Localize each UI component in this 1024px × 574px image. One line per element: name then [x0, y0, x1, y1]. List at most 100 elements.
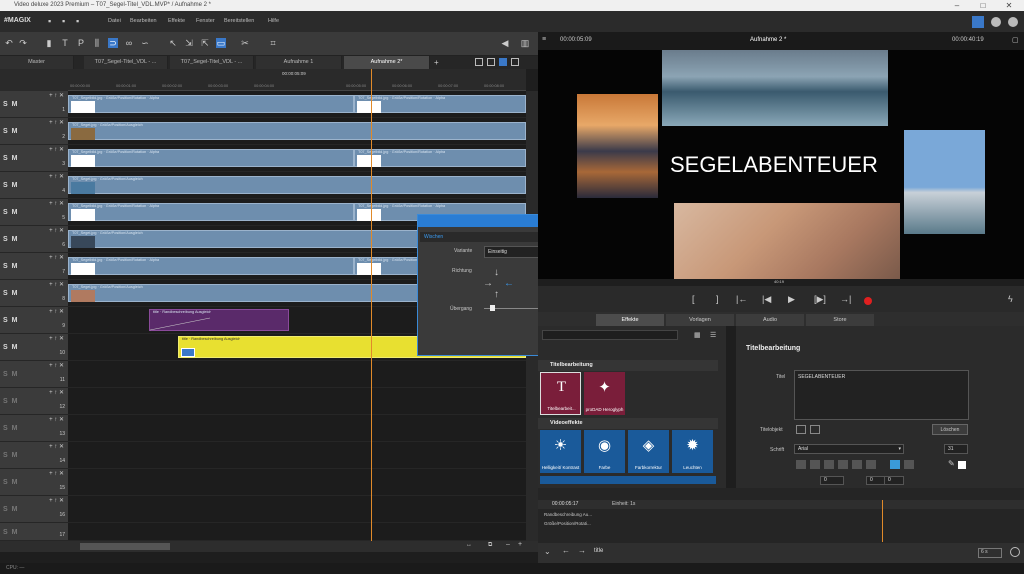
keyframe-row-label[interactable]: Randbeschreibung Au... [544, 512, 592, 517]
text-icon[interactable] [824, 460, 834, 469]
track-options[interactable]: + ↑ ✕ [49, 443, 64, 450]
track-lane[interactable] [68, 496, 526, 523]
solo-mute[interactable]: S M [3, 236, 18, 243]
tab-store[interactable]: Store [806, 314, 874, 326]
track-options[interactable]: + ↑ ✕ [49, 92, 64, 99]
3d-icon[interactable] [904, 460, 914, 469]
zoom-out-icon[interactable]: – [506, 541, 510, 548]
effect-tile-farbe[interactable]: ◉ Farbe [584, 430, 625, 473]
object-next-icon[interactable] [810, 425, 820, 434]
title-clip[interactable]: title · Randbeschreibung Ausgleich [149, 309, 289, 331]
minimize-button[interactable]: – [946, 0, 968, 11]
clip[interactable]: T07_Segelbild.jpg · Größe/Position/Rotat… [68, 257, 354, 275]
cut-tool-icon[interactable]: ⇱ [200, 38, 210, 48]
menu-datei[interactable]: Datei [108, 18, 121, 24]
scroll-thumb[interactable] [80, 543, 170, 550]
mark-in-icon[interactable]: [ [692, 294, 695, 304]
back-arrow-icon[interactable]: ← [562, 546, 570, 555]
track-header[interactable]: S M + ↑ ✕ 5 [0, 199, 68, 226]
zoom-icon[interactable]: ⧉ [488, 542, 492, 549]
grid-view-icon[interactable]: ▦ [694, 331, 701, 339]
arrow-left-icon[interactable]: ← [504, 278, 514, 289]
storyboard-icon[interactable]: ▭ [216, 38, 226, 48]
direction-arrows[interactable]: ↓ → ← ↑ [482, 267, 516, 301]
clip[interactable]: T07_Segel.jpg · Größe/Position/Ausgleich [68, 122, 526, 140]
next-marker-icon[interactable]: →| [840, 294, 851, 304]
settings-icon[interactable] [991, 17, 1001, 27]
eyedropper-icon[interactable]: ✎ [948, 459, 955, 468]
track-lane[interactable]: T07_Segelbild.jpg · Größe/Position/Rotat… [68, 145, 526, 172]
track-header[interactable]: S M + ↑ ✕ 9 [0, 307, 68, 334]
layout-icon-2[interactable] [487, 58, 495, 66]
track-options[interactable]: + ↑ ✕ [49, 470, 64, 477]
preview-scrubber[interactable]: 40:19 [538, 279, 1024, 286]
menu-hilfe[interactable]: Hilfe [268, 18, 279, 24]
record-icon[interactable] [864, 297, 872, 305]
zoom-field[interactable]: 6 s [978, 548, 1002, 558]
time-ruler[interactable]: 00:00:05:09 00:00:00:00 00:00:01:00 00:0… [68, 69, 526, 91]
menu-bearbeiten[interactable]: Bearbeiten [130, 18, 157, 24]
spacing-field[interactable]: 0 [884, 476, 904, 485]
track-header[interactable]: S M + ↑ ✕ 7 [0, 253, 68, 280]
track-lane[interactable]: T07_Segel.jpg · Größe/Position/Ausgleich [68, 172, 526, 199]
link-icon[interactable]: ∞ [124, 38, 134, 48]
prev-marker-icon[interactable]: |← [736, 294, 747, 304]
track-header[interactable]: S M + ↑ ✕ 6 [0, 226, 68, 253]
text-icon[interactable]: T [60, 38, 70, 48]
keyframe-row-label[interactable]: Größe/Position/Rotati... [544, 521, 591, 526]
object-prev-icon[interactable] [796, 425, 806, 434]
track-lane[interactable] [68, 361, 526, 388]
menu-icon[interactable]: ≡ [542, 36, 546, 43]
solo-mute[interactable]: S M [3, 290, 18, 297]
add-tab-icon[interactable]: + [434, 58, 439, 67]
track-options[interactable]: + ↑ ✕ [49, 308, 64, 315]
solo-mute[interactable]: S M [3, 506, 18, 513]
track-options[interactable]: + ↑ ✕ [49, 281, 64, 288]
clip[interactable]: T07_Segelbild.jpg · Größe/Position/Rotat… [68, 149, 354, 167]
align-left-icon[interactable] [838, 460, 848, 469]
align-center-icon[interactable] [852, 460, 862, 469]
forward-arrow-icon[interactable]: → [578, 546, 586, 555]
help-icon[interactable] [1008, 17, 1018, 27]
track-options[interactable]: + ↑ ✕ [49, 362, 64, 369]
step-back-icon[interactable]: |◀ [762, 294, 771, 305]
scissors-icon[interactable]: ✂ [240, 38, 250, 48]
track-header[interactable]: S M + ↑ ✕ 13 [0, 415, 68, 442]
track-options[interactable]: + ↑ ✕ [49, 200, 64, 207]
track-options[interactable]: + ↑ ✕ [49, 173, 64, 180]
track-lane[interactable] [68, 388, 526, 415]
close-button[interactable]: ✕ [998, 0, 1020, 11]
video-preview[interactable]: SEGELABENTEUER [560, 50, 1010, 286]
track-lane[interactable]: T07_Segel.jpg · Größe/Position/Ausgleich [68, 118, 526, 145]
track-options[interactable]: + ↑ ✕ [49, 227, 64, 234]
clip[interactable]: T07_Segelbild.jpg · Größe/Position/Rotat… [68, 95, 354, 113]
clip[interactable]: T07_Segelbild.jpg · Größe/Position/Rotat… [68, 203, 354, 221]
italic-icon[interactable] [810, 460, 820, 469]
tab-t07-2[interactable]: T07_Segel-Titel_VDL - ... [170, 56, 254, 69]
clip[interactable]: T07_Segel.jpg · Größe/Position/Ausgleich [68, 176, 526, 194]
track-header[interactable]: S M + ↑ ✕ 11 [0, 361, 68, 388]
tab-effekte[interactable]: Effekte [596, 314, 664, 326]
loeschen-button[interactable]: Löschen [932, 424, 968, 435]
redo-icon[interactable]: ↷ [18, 38, 28, 48]
layout-icon-1[interactable] [475, 58, 483, 66]
section-titelbearbeitung[interactable]: Titelbearbeitung [538, 360, 718, 371]
maximize-button[interactable]: □ [972, 0, 994, 11]
zoom-fit-icon[interactable]: ↔ [466, 542, 472, 548]
track-lane[interactable] [68, 523, 526, 541]
horizontal-scrollbar[interactable]: ↔ ⧉ – + [0, 541, 538, 552]
open-folder-icon[interactable]: ▪ [62, 16, 65, 26]
tab-audio[interactable]: Audio [736, 314, 804, 326]
solo-mute[interactable]: S M [3, 209, 18, 216]
track-options[interactable]: + ↑ ✕ [49, 497, 64, 504]
tab-t07-1[interactable]: T07_Segel-Titel_VDL - ... [84, 56, 168, 69]
line-spacing-field[interactable]: 0 [820, 476, 844, 485]
range-icon[interactable]: ⇲ [184, 38, 194, 48]
color-swatch[interactable] [958, 461, 966, 469]
split-icon[interactable]: ⫼ [92, 38, 102, 48]
playhead[interactable] [371, 69, 372, 541]
track-lane[interactable] [68, 415, 526, 442]
effect-tile-titelbearbeitung[interactable]: T Titelbearbeit... [540, 372, 581, 415]
new-file-icon[interactable]: ▪ [48, 16, 51, 26]
snapshot-icon[interactable]: ⌗ [268, 38, 278, 48]
